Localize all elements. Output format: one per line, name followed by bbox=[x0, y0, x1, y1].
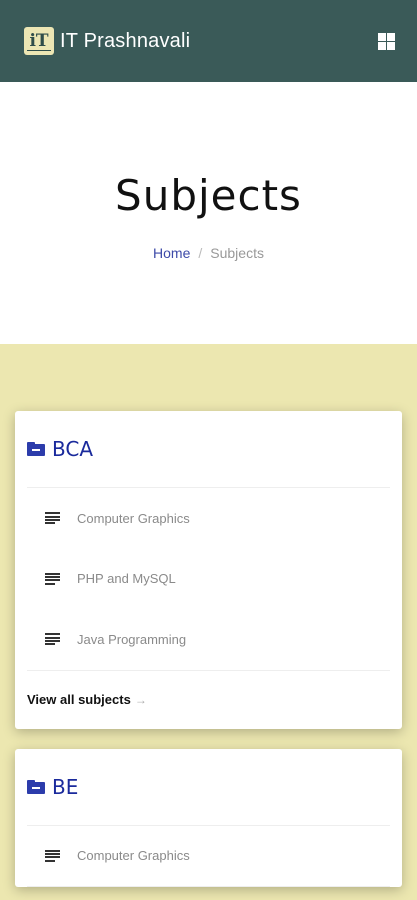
card-title: BE bbox=[52, 774, 79, 799]
subject-list: Computer Graphics bbox=[27, 826, 390, 887]
card-title: BCA bbox=[52, 437, 94, 461]
breadcrumb: Home / Subjects bbox=[0, 245, 417, 261]
top-app-bar: iT IT Prashnavali bbox=[0, 0, 417, 82]
subject-item[interactable]: PHP and MySQL bbox=[27, 549, 390, 610]
subject-item[interactable]: Java Programming bbox=[27, 609, 390, 670]
subject-item[interactable]: Computer Graphics bbox=[27, 488, 390, 549]
card-header[interactable]: BCA bbox=[27, 411, 390, 488]
breadcrumb-home-link[interactable]: Home bbox=[153, 245, 190, 261]
grid-menu-icon[interactable] bbox=[378, 32, 395, 50]
subject-item[interactable]: Computer Graphics bbox=[27, 826, 390, 887]
app-logo: iT bbox=[24, 27, 54, 55]
lines-icon bbox=[45, 633, 60, 646]
folder-icon bbox=[27, 442, 45, 456]
page-title: Subjects bbox=[115, 171, 302, 220]
card-footer: View all subjects → bbox=[27, 671, 390, 729]
subject-label: Java Programming bbox=[77, 631, 187, 647]
breadcrumb-separator: / bbox=[198, 245, 203, 261]
lines-icon bbox=[45, 849, 60, 862]
hero-section: Subjects Home / Subjects bbox=[0, 82, 417, 344]
subject-list: Computer Graphics PHP and MySQL Java Pro… bbox=[27, 488, 390, 671]
lines-icon bbox=[45, 572, 60, 585]
lines-icon bbox=[45, 512, 60, 525]
breadcrumb-current: Subjects bbox=[210, 245, 264, 261]
subjects-content: BCA Computer Graphics PHP and MySQL Java… bbox=[0, 344, 417, 900]
card-header[interactable]: BE bbox=[27, 749, 390, 826]
course-card-bca: BCA Computer Graphics PHP and MySQL Java… bbox=[15, 411, 402, 729]
arrow-right-icon: → bbox=[134, 693, 147, 707]
subject-label: PHP and MySQL bbox=[77, 571, 176, 587]
subject-label: Computer Graphics bbox=[77, 510, 190, 526]
view-all-subjects-link[interactable]: View all subjects → bbox=[27, 692, 147, 707]
folder-icon bbox=[27, 779, 45, 794]
course-card-be: BE Computer Graphics bbox=[15, 748, 402, 887]
view-all-label: View all subjects bbox=[27, 692, 131, 707]
brand[interactable]: iT IT Prashnavali bbox=[24, 27, 190, 55]
app-title: IT Prashnavali bbox=[60, 29, 191, 52]
subject-label: Computer Graphics bbox=[77, 848, 190, 864]
